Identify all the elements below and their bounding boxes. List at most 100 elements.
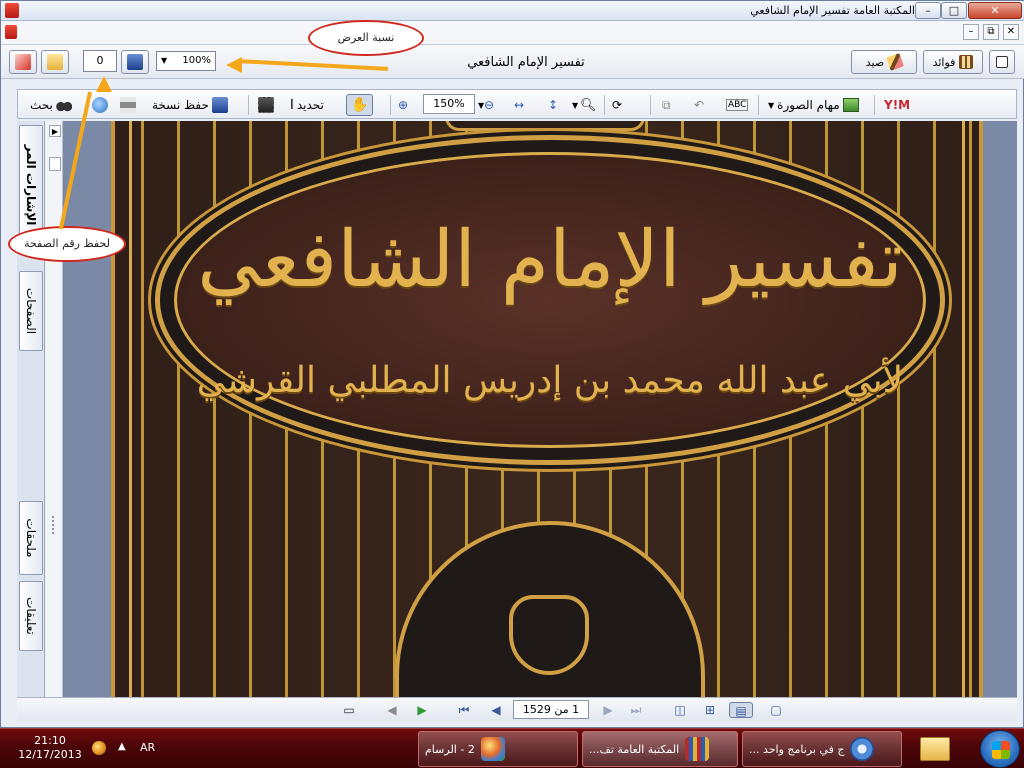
sayd-button[interactable]: صيد [851,50,917,74]
last-page-button[interactable]: ⏭ [627,702,645,718]
page-indicator-input[interactable]: 1 من 1529 [513,700,589,719]
book-title: تفسير الإمام الشافعي [467,55,585,70]
zoom-in-button[interactable]: ⊕ [398,94,408,116]
toolbar-divider [248,95,249,115]
back-button[interactable]: ◀ [383,702,401,718]
first-page-button[interactable]: ⏮ [455,702,473,718]
fit-width-icon: ↔ [514,98,525,112]
undo-button[interactable]: ↶ [694,94,704,116]
app-window: المكتبة العامة تفسير الإمام الشافعي – □ … [0,0,1024,728]
hand-tool-button[interactable]: ✋ [346,94,374,116]
magnifier-button[interactable]: 🔍︎ [580,94,597,116]
system-clock[interactable]: 21:10 12/17/2013 [10,734,90,762]
page-number-input[interactable]: 0 [83,50,117,72]
zoom-ratio-select[interactable]: ▼ 100% [156,51,216,71]
chevron-down-icon: ▼ [161,56,168,65]
callout-arrow-page-head [96,76,112,92]
open-folder-button[interactable] [41,50,69,74]
cover-title-text: تفسير الإمام الشافعي [197,215,903,305]
exit-book-button[interactable] [9,50,37,74]
callout-arrow-zoom-head [226,57,242,73]
spellcheck-icon: ABC [726,99,749,111]
printer-icon [120,97,136,113]
folder-icon [47,54,63,70]
select-text-button[interactable]: تحديد I [290,94,324,116]
menu-strip: – ⧉ ✕ [1,21,1024,45]
single-page-view-button[interactable]: ▢ [767,702,785,718]
fit-width-button[interactable]: ↔ [514,94,524,116]
task-settings-program[interactable]: ج في برنامج واحد ... [742,731,902,767]
minus-circle-icon: ⊖ [484,98,495,112]
close-button[interactable]: ✕ [968,2,1022,19]
forward-circle-icon: ▶ [417,703,427,717]
fit-dropdown[interactable]: ▼ [572,94,578,116]
cover-subtitle-text: لأبي عبد الله محمد بن إدريس المطلبي القر… [196,360,904,401]
notes-grid-icon [959,55,974,69]
tray-app-icon[interactable] [92,741,106,755]
rotate-button[interactable]: ⟳ [612,94,622,116]
tab-attachments[interactable]: ملحقات [19,501,43,575]
language-indicator[interactable]: AR [140,741,155,754]
callout-zoom-ratio: نسبة العرض [308,20,424,56]
cover-medallion-icon [509,595,589,675]
tray-expand-icon[interactable]: ▲ [118,741,126,752]
windows-logo-icon [992,741,1010,759]
explorer-pinned-button[interactable] [914,733,954,765]
back-circle-icon: ◀ [387,703,397,717]
toolbar-divider [604,95,605,115]
mdi-close-button[interactable]: ✕ [1003,24,1019,40]
side-panel-strip: ▶ [46,121,63,697]
two-page-view-button[interactable]: ◫ [671,702,689,718]
panel-resize-grip[interactable] [52,516,56,534]
fit-height-button[interactable]: ↕ [548,94,558,116]
binoculars-icon [55,97,72,113]
document-viewer[interactable]: تفسير الإمام الشافعي لأبي عبد الله محمد … [63,121,1017,697]
zoom-level-input[interactable]: 150% [423,94,475,114]
tab-comments[interactable]: تعليقات [19,581,43,651]
viewer-toolbar: بحث حفظ نسخة تحديد I ✋ ⊕ 150% ▼ ⊖ ↔ ↕ ▼ … [17,89,1017,119]
continuous-view-button[interactable]: ▤ [729,702,753,718]
fawaid-button[interactable]: فوائد [923,50,983,74]
next-page-button[interactable]: ▶ [599,702,617,718]
camera-icon [258,97,274,113]
panel-toggle-button[interactable] [989,50,1015,74]
maximize-button[interactable]: □ [941,2,967,19]
next-page-icon: ▶ [603,703,613,717]
spellcheck-button[interactable]: ABC [726,94,749,116]
save-page-button[interactable] [121,50,149,74]
print-button[interactable] [120,94,136,116]
task-library[interactable]: المكتبة العامة تف... [582,731,738,767]
image-tasks-menu[interactable]: مهام الصورة ▼ [768,94,859,116]
start-button[interactable] [980,730,1020,768]
plus-circle-icon: ⊕ [398,98,409,112]
continuous-view-icon: ▤ [735,704,747,718]
window-title: المكتبة العامة تفسير الإمام الشافعي [750,4,915,17]
search-button[interactable]: بحث [30,94,72,116]
chevron-down-icon: ▼ [572,100,579,110]
panel-scroll-thumb[interactable] [49,157,61,171]
collapse-button[interactable]: ▭ [341,702,357,718]
window-panel-icon [996,56,1008,68]
tab-pages[interactable]: الصفحات [19,271,43,351]
mdi-restore-button[interactable]: ⧉ [983,24,999,40]
floppy-disk-icon [211,97,228,113]
zoom-out-button[interactable]: ⊖ [484,94,494,116]
cover-top-ornament [445,121,645,131]
paint-icon [480,737,505,761]
save-copy-button[interactable]: حفظ نسخة [152,94,228,116]
grid-view-button[interactable]: ⊞ [701,702,719,718]
document-logo-icon [5,25,17,39]
pencil-icon [886,53,905,71]
task-paint[interactable]: 2 - الرسام [418,731,578,767]
previous-page-button[interactable]: ◀ [487,702,505,718]
copy-button[interactable]: ⧉ [662,94,671,116]
minimize-button[interactable]: – [915,2,941,19]
last-page-icon: ⏭ [630,703,642,717]
snapshot-button[interactable] [258,94,274,116]
expand-panel-button[interactable]: ▶ [49,125,61,137]
fit-height-icon: ↕ [548,98,559,112]
internet-icon[interactable] [92,94,108,116]
forward-button[interactable]: ▶ [413,702,431,718]
yahoo-messenger-button[interactable]: Y!M [884,94,910,116]
mdi-minimize-button[interactable]: – [963,24,979,40]
